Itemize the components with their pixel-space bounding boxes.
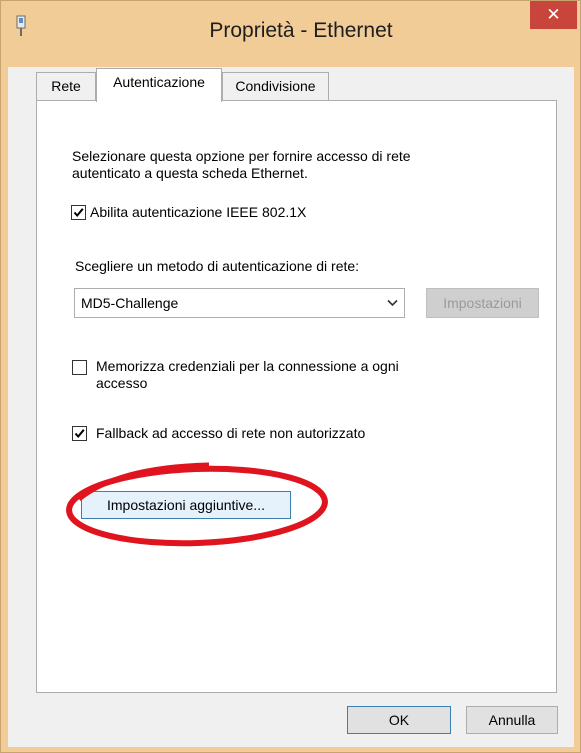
checkmark-icon: [73, 208, 84, 218]
remember-credentials-line-1[interactable]: Memorizza credenziali per la connessione…: [96, 357, 399, 375]
cancel-button-label: Annulla: [488, 712, 536, 728]
remember-credentials-line-2[interactable]: accesso: [96, 374, 147, 392]
tab-label: Rete: [51, 78, 81, 94]
description-line-2: autenticato a questa scheda Ethernet.: [72, 165, 308, 181]
enable-8021x-label[interactable]: Abilita autenticazione IEEE 802.1X: [90, 203, 306, 221]
tab-rete[interactable]: Rete: [36, 72, 96, 100]
enable-8021x-checkbox[interactable]: [71, 205, 86, 220]
title-bar[interactable]: Proprietà - Ethernet ✕: [1, 1, 581, 67]
settings-button[interactable]: Impostazioni: [426, 288, 539, 318]
checkmark-icon: [74, 429, 85, 439]
tab-label: Condivisione: [235, 78, 316, 94]
method-label: Scegliere un metodo di autenticazione di…: [75, 258, 360, 274]
fallback-checkbox[interactable]: [72, 426, 87, 441]
fallback-label[interactable]: Fallback ad accesso di rete non autorizz…: [96, 424, 365, 442]
cancel-button[interactable]: Annulla: [466, 706, 558, 734]
close-button[interactable]: ✕: [530, 1, 577, 29]
chevron-down-icon: [387, 299, 398, 307]
description-line-1: Selezionare questa opzione per fornire a…: [72, 148, 411, 164]
tab-condivisione[interactable]: Condivisione: [222, 72, 329, 100]
settings-button-label: Impostazioni: [443, 295, 522, 311]
window-title: Proprietà - Ethernet: [209, 19, 393, 42]
ok-button[interactable]: OK: [347, 706, 451, 734]
auth-method-value: MD5-Challenge: [81, 295, 179, 311]
properties-window: Proprietà - Ethernet ✕ Rete Autenticazio…: [0, 0, 581, 753]
ok-button-label: OK: [388, 712, 410, 728]
red-highlight-ellipse: [66, 462, 328, 547]
close-icon: ✕: [546, 5, 561, 24]
tab-autenticazione[interactable]: Autenticazione: [96, 68, 222, 102]
authentication-panel: [36, 100, 557, 693]
remember-credentials-checkbox[interactable]: [72, 360, 87, 375]
tab-label: Autenticazione: [113, 74, 205, 90]
auth-method-select[interactable]: MD5-Challenge: [74, 288, 405, 318]
